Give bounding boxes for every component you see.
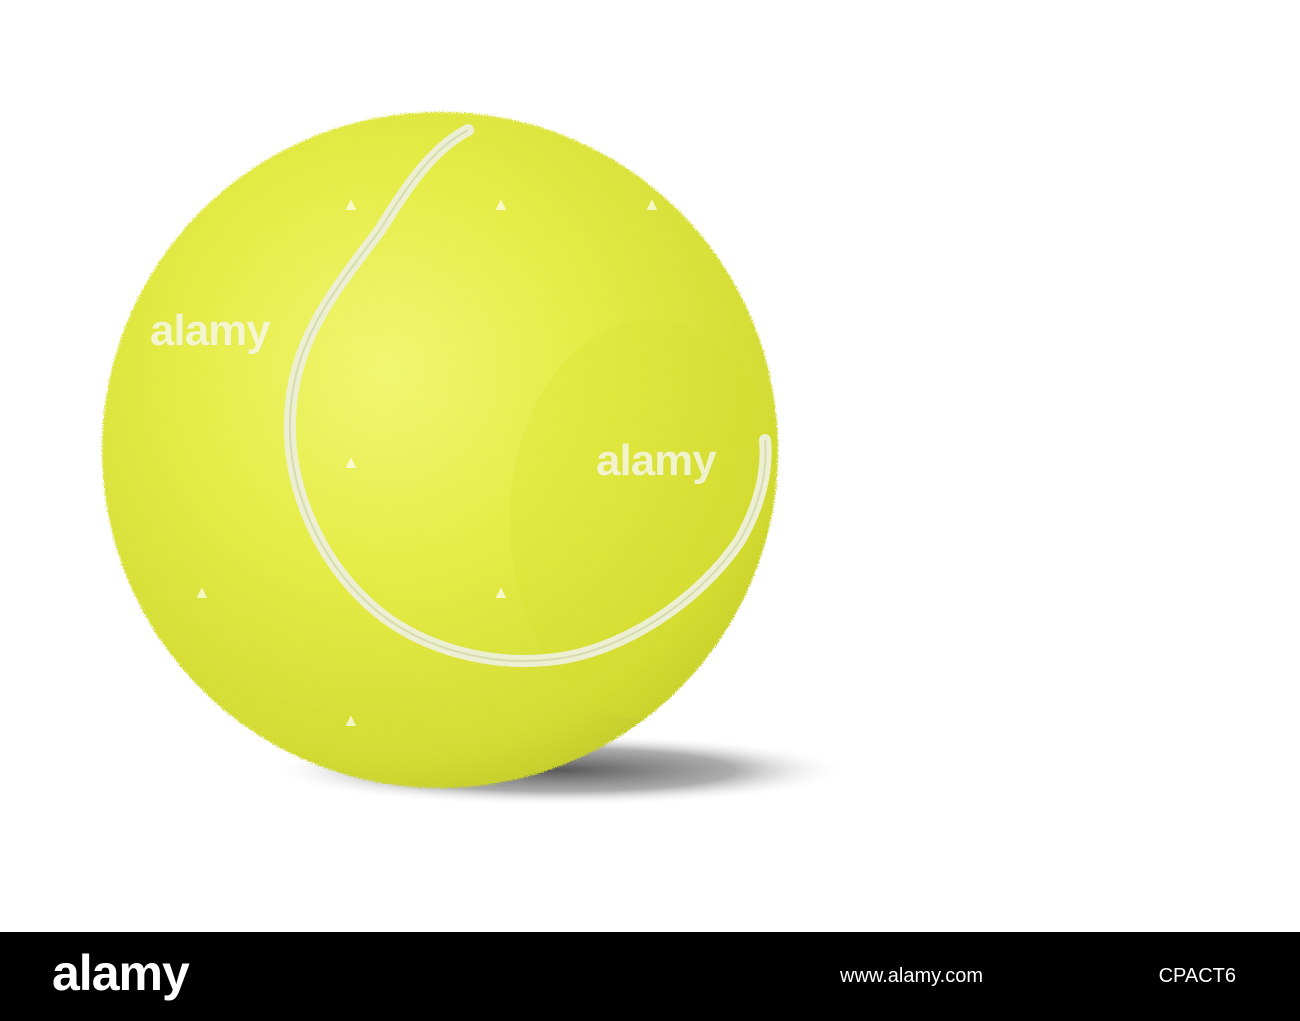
stock-photo: alamy alamy ▲ ▲ ▲ ▲ ▲ ▲ ▲ [0, 0, 1300, 932]
watermark-dot: ▲ [643, 194, 661, 214]
watermark-dot: ▲ [342, 194, 360, 214]
watermark-dot: ▲ [193, 582, 211, 602]
footer-brand-logo: alamy [52, 945, 190, 1001]
footer-bar: alamy www.alamy.com CPACT6 [0, 932, 1300, 1021]
tennis-ball-illustration [102, 112, 850, 806]
watermark-dot: ▲ [342, 452, 360, 472]
footer-site-url: www.alamy.com [840, 965, 983, 987]
watermark-dot: ▲ [492, 582, 510, 602]
photo-stage: alamy alamy ▲ ▲ ▲ ▲ ▲ ▲ ▲ alamy www.alam… [0, 0, 1300, 1021]
tennis-ball [102, 112, 778, 788]
watermark-dot: ▲ [492, 194, 510, 214]
footer-image-id: CPACT6 [1158, 965, 1236, 987]
watermark-dot: ▲ [342, 710, 360, 730]
